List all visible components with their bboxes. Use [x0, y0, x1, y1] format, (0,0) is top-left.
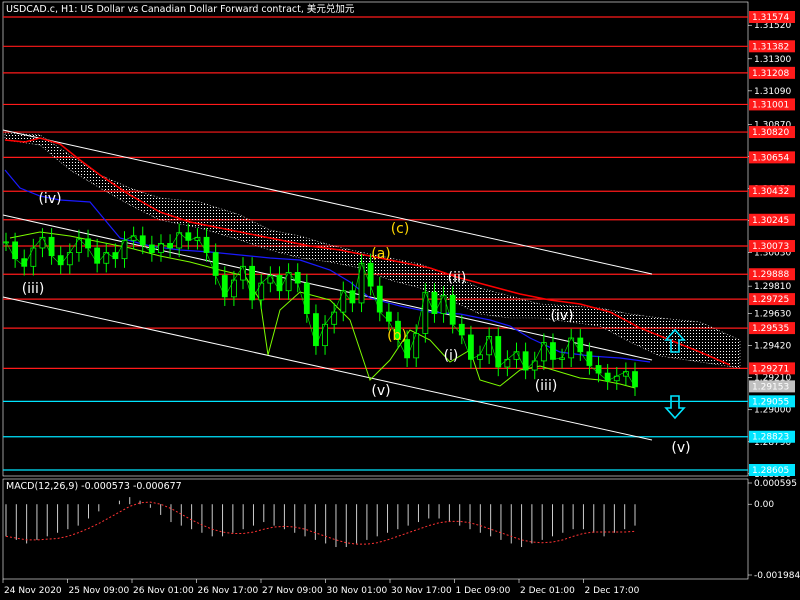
chart-title: USDCAD.c, H1: US Dollar vs Canadian Doll…	[6, 3, 355, 15]
candle-body	[322, 323, 328, 347]
wave-label: (iv)	[550, 308, 573, 324]
candle-body	[522, 351, 529, 371]
time-tick-label: 2 Dec 17:00	[585, 586, 640, 596]
candle-body	[468, 334, 474, 360]
resistance-level-label: 1.31208	[752, 69, 789, 79]
time-tick-label: 30 Nov 01:00	[327, 586, 388, 596]
wave-label: (b)	[387, 328, 407, 344]
current-price-label: 1.29153	[752, 382, 789, 392]
macd-tick-label: 0.000595	[754, 479, 797, 489]
candle-body	[358, 262, 365, 304]
candle-body	[30, 247, 37, 267]
resistance-level-label: 1.29535	[752, 324, 789, 334]
wave-label: (iii)	[22, 281, 45, 297]
candle-body	[486, 336, 493, 356]
candle-body	[48, 236, 55, 257]
time-tick-label: 24 Nov 2020	[4, 586, 62, 596]
time-tick-label: 30 Nov 17:00	[391, 586, 452, 596]
wave-label: (ii)	[448, 270, 467, 286]
price-tick-label: 1.29630	[754, 310, 791, 320]
time-tick-label: 2 Dec 01:00	[520, 586, 575, 596]
wave-label: (a)	[371, 246, 391, 262]
resistance-level-label: 1.29271	[752, 364, 789, 374]
price-tick-label: 1.29810	[754, 282, 791, 292]
candle-body	[340, 290, 347, 313]
candle-body	[285, 272, 292, 292]
time-tick-label: 26 Nov 01:00	[133, 586, 194, 596]
candle-body	[413, 333, 420, 359]
candle-body	[258, 282, 265, 301]
macd-tick-label: 0.00	[754, 500, 774, 510]
trading-chart[interactable]: USDCAD.c, H1: US Dollar vs Canadian Doll…	[0, 0, 800, 600]
resistance-level-label: 1.30820	[752, 128, 789, 138]
wave-label: (i)	[444, 348, 459, 364]
price-tick-label: 1.31090	[754, 87, 791, 97]
candle-body	[331, 311, 338, 325]
time-tick-label: 1 Dec 09:00	[456, 586, 511, 596]
candle-body	[212, 252, 219, 276]
candle-body	[440, 294, 447, 315]
resistance-level-label: 1.29725	[752, 295, 789, 305]
macd-tick-label: -0.001984	[754, 571, 800, 581]
support-level-label: 1.28605	[752, 466, 789, 476]
resistance-level-label: 1.31574	[752, 13, 789, 23]
candle-body	[422, 291, 429, 334]
candle-body	[12, 241, 19, 260]
candle-body	[121, 239, 128, 260]
candle-body	[349, 290, 356, 304]
candle-body	[632, 371, 638, 388]
resistance-level-label: 1.31382	[752, 42, 789, 52]
resistance-level-label: 1.30073	[752, 242, 789, 252]
candle-body	[495, 336, 502, 368]
resistance-level-label: 1.31001	[752, 100, 789, 110]
time-tick-label: 26 Nov 17:00	[198, 586, 259, 596]
candle-body	[577, 337, 584, 353]
resistance-level-label: 1.30432	[752, 187, 789, 197]
candle-body	[203, 236, 210, 253]
candle-body	[550, 342, 556, 360]
macd-axis: 0.000595 0.00 -0.001984	[748, 479, 800, 581]
resistance-level-label: 1.30245	[752, 216, 789, 226]
support-level-label: 1.28823	[752, 433, 789, 443]
macd-panel-frame	[2, 478, 749, 580]
time-axis: 24 Nov 2020 25 Nov 09:00 26 Nov 01:00 26 No…	[2, 579, 640, 596]
macd-label: MACD(12,26,9) -0.000573 -0.000677	[6, 481, 182, 492]
price-tick-label: 1.29420	[754, 342, 791, 352]
resistance-level-label: 1.30654	[752, 153, 789, 163]
wave-label: (iii)	[535, 378, 558, 394]
wave-label: (v)	[671, 440, 690, 456]
candle-body	[303, 282, 310, 315]
time-tick-label: 25 Nov 09:00	[69, 586, 130, 596]
support-level-label: 1.29055	[752, 397, 789, 407]
candle-body	[276, 275, 283, 292]
wave-label: (c)	[391, 221, 410, 237]
candle-body	[230, 279, 237, 298]
candle-body	[176, 232, 183, 249]
wave-label: (v)	[371, 383, 390, 399]
candle-body	[586, 351, 593, 366]
time-tick-label: 27 Nov 09:00	[262, 586, 323, 596]
candle-body	[249, 265, 256, 301]
candle-body	[376, 285, 383, 313]
candle-body	[367, 262, 374, 287]
wave-label: (iv)	[38, 191, 61, 207]
resistance-level-label: 1.29888	[752, 270, 789, 280]
price-tick-label: 1.31300	[754, 55, 791, 65]
candle-body	[66, 252, 73, 266]
candle-body	[449, 294, 456, 325]
